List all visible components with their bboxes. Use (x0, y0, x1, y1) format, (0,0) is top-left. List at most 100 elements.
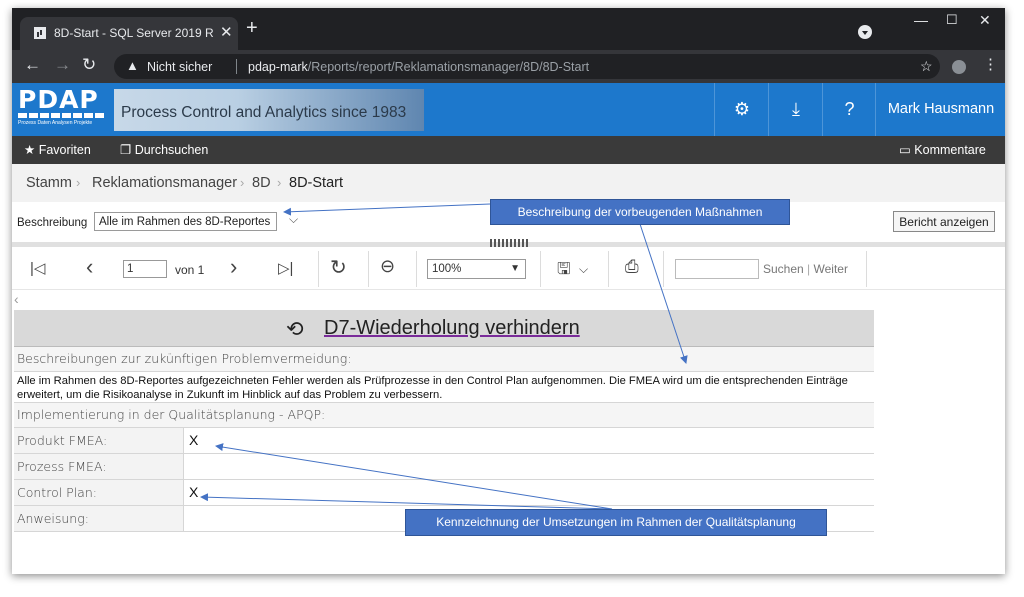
table-row: Produkt FMEA: X (14, 428, 874, 454)
profile-menu-icon[interactable] (858, 25, 872, 39)
browse-link[interactable]: ❐ Durchsuchen (120, 142, 208, 157)
page-number-input[interactable]: 1 (123, 260, 167, 278)
gear-icon: ⚙ (733, 99, 751, 119)
tab-title: 8D-Start - SQL Server 2019 Repo (54, 26, 214, 40)
zoom-value: 100% (432, 263, 462, 275)
splitter-grip-handle[interactable] (490, 239, 528, 247)
portal-header: PDAP Prozess Daten Analysen Projekte Pro… (12, 83, 1005, 136)
section-label: Beschreibungen zur zukünftigen Problemve… (17, 351, 352, 366)
browser-window: 8D-Start - SQL Server 2019 Repo ✕ + — ☐ … (12, 8, 1005, 574)
find-next-button[interactable]: Weiter (814, 262, 848, 276)
toolbar-divider (368, 251, 369, 287)
browser-tab[interactable]: 8D-Start - SQL Server 2019 Repo ✕ (20, 17, 238, 50)
report-title[interactable]: D7-Wiederholung verhindern (324, 317, 580, 340)
section-header-prevention: Beschreibungen zur zukünftigen Problemve… (14, 347, 874, 372)
browser-titlebar: 8D-Start - SQL Server 2019 Repo ✕ + — ☐ … (12, 8, 1005, 50)
breadcrumb-item-current: 8D-Start (289, 175, 343, 191)
refresh-icon[interactable]: ↻ (330, 255, 347, 280)
table-row: Prozess FMEA: (14, 454, 874, 480)
url-field[interactable]: ▲ Nicht sicher pdap-mark/Reports/report/… (114, 54, 940, 79)
description-select[interactable]: Alle im Rahmen des 8D-Reportes (94, 212, 277, 231)
cycle-arrows-icon: ⟲ (286, 318, 304, 341)
url-separator (236, 59, 237, 74)
chevron-down-icon[interactable]: ⌵ (579, 262, 588, 277)
find-input[interactable] (675, 259, 759, 279)
report-content: ⟲ D7-Wiederholung verhindern Beschreibun… (14, 310, 874, 532)
breadcrumb-item-8d[interactable]: 8D (252, 175, 271, 191)
address-bar-row: ← → ↻ ▲ Nicht sicher pdap-mark/Reports/r… (12, 50, 1005, 83)
download-icon: ⤓ (792, 99, 800, 119)
back-arrow-icon[interactable]: ← (24, 55, 41, 75)
page-count-label: von 1 (175, 263, 205, 277)
help-button[interactable]: ? (822, 83, 876, 136)
tab-close-icon[interactable]: ✕ (220, 23, 233, 41)
toolbar-divider (540, 251, 541, 287)
download-button[interactable]: ⤓ (768, 83, 823, 136)
toolbar-divider (663, 251, 664, 287)
report-toolbar: |◁ ‹ 1 von 1 › ▷| ↻ ⊖ 100% ▼ 🖫 ⌵ ⎙ Suchen… (12, 247, 1005, 290)
document-icon: ❐ (120, 143, 135, 157)
print-icon[interactable]: ⎙ (625, 257, 639, 277)
forward-arrow-icon[interactable]: → (54, 55, 71, 75)
parameter-label: Beschreibung (17, 217, 88, 229)
save-icon[interactable]: 🖫 (557, 258, 571, 285)
settings-button[interactable]: ⚙ (714, 83, 769, 136)
toolbar-divider (318, 251, 319, 287)
back-to-parent-icon[interactable]: ⊖ (380, 256, 395, 277)
chevron-down-icon: ▼ (510, 263, 520, 274)
close-window-icon[interactable]: ✕ (979, 12, 991, 29)
logo-tagline: Prozess Daten Analysen Projekte (18, 120, 93, 126)
insecure-label[interactable]: Nicht sicher (147, 60, 212, 74)
comment-icon: ▭ (899, 143, 915, 157)
first-page-icon[interactable]: |◁ (30, 259, 45, 277)
callout-prevention: Beschreibung der vorbeugenden Maßnahmen (490, 199, 790, 225)
back-chevron-icon[interactable]: ‹ (14, 291, 19, 307)
logo-text: PDAP (18, 85, 99, 114)
maximize-icon[interactable]: ☐ (946, 12, 958, 28)
toolbar-divider (866, 251, 867, 287)
previous-page-icon[interactable]: ‹ (86, 254, 93, 280)
browser-menu-icon[interactable]: ⋮ (983, 55, 998, 73)
user-menu[interactable]: Mark Hausmann (875, 83, 1005, 136)
find-controls: Suchen | Weiter (763, 262, 848, 276)
row-label: Produkt FMEA: (14, 428, 184, 453)
pdap-logo[interactable]: PDAP Prozess Daten Analysen Projekte (18, 85, 110, 127)
chevron-right-icon: › (277, 175, 282, 190)
chevron-down-icon[interactable]: ⌵ (289, 212, 298, 227)
report-favicon-icon (34, 27, 46, 39)
help-icon: ? (844, 99, 855, 119)
row-label: Prozess FMEA: (14, 454, 184, 479)
header-slogan: Process Control and Analytics since 1983 (121, 104, 407, 121)
new-tab-button[interactable]: + (246, 17, 258, 40)
next-page-icon[interactable]: › (230, 254, 237, 280)
view-report-button[interactable]: Bericht anzeigen (893, 211, 995, 232)
breadcrumb-item-reklamationsmanager[interactable]: Reklamationsmanager (92, 175, 237, 191)
bookmark-star-icon[interactable]: ☆ (920, 58, 933, 75)
report-menu-bar: ★ Favoriten ❐ Durchsuchen ▭ Kommentare (12, 136, 1005, 164)
comments-link[interactable]: ▭ Kommentare (899, 142, 986, 157)
report-title-bar: ⟲ D7-Wiederholung verhindern (14, 310, 874, 347)
breadcrumb-item-stamm[interactable]: Stamm (26, 175, 72, 191)
favorites-link[interactable]: ★ Favoriten (24, 142, 91, 157)
reload-icon[interactable]: ↻ (82, 55, 96, 75)
breadcrumb: Stamm › Reklamationsmanager › 8D › 8D-St… (12, 164, 1005, 202)
find-button[interactable]: Suchen (763, 262, 804, 276)
row-value: X (189, 484, 199, 500)
callout-implementation: Kennzeichnung der Umsetzungen im Rahmen … (405, 509, 827, 536)
toolbar-divider (416, 251, 417, 287)
zoom-select[interactable]: 100% ▼ (427, 259, 526, 279)
row-value: X (189, 432, 199, 448)
star-icon: ★ (24, 143, 39, 157)
minimize-icon[interactable]: — (914, 12, 928, 28)
toolbar-divider (608, 251, 609, 287)
last-page-icon[interactable]: ▷| (278, 259, 293, 277)
section-header-apqp: Implementierung in der Qualitätsplanung … (14, 403, 874, 428)
row-label: Control Plan: (14, 480, 184, 505)
browse-label: Durchsuchen (134, 143, 209, 157)
warning-icon[interactable]: ▲ (126, 58, 139, 73)
extension-icon[interactable] (952, 60, 966, 74)
url-text[interactable]: pdap-mark/Reports/report/Reklamationsman… (248, 60, 589, 74)
row-label: Anweisung: (14, 506, 184, 531)
chevron-right-icon: › (76, 175, 81, 190)
find-separator: | (807, 262, 811, 276)
